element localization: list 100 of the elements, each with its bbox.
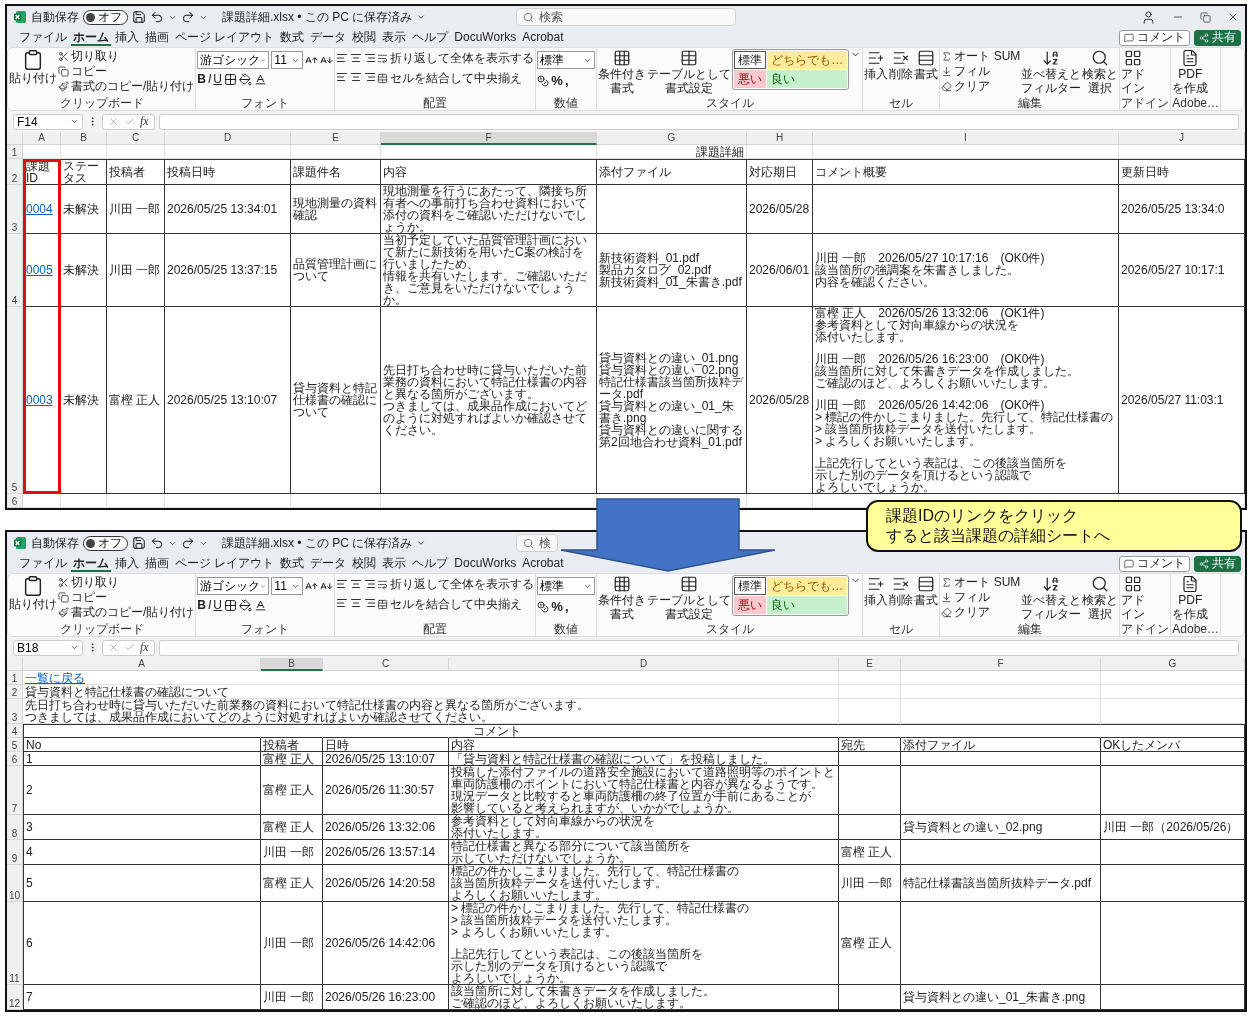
ribbon-tab[interactable]: 表示 — [380, 555, 409, 572]
comment-button[interactable]: コメント — [1119, 555, 1190, 572]
edit-button[interactable]: オート SUM — [941, 49, 1021, 64]
number-format-dropdown[interactable]: 標準 — [537, 51, 596, 69]
style-button[interactable]: テーブルとして 書式設定 — [647, 49, 732, 95]
clipboard-button[interactable]: 切り取り — [58, 575, 195, 590]
ribbon-tab[interactable]: 校閲 — [350, 29, 379, 46]
align-button[interactable]: セルを結合して中央揃え — [377, 597, 535, 612]
clipboard-button[interactable]: コピー — [58, 590, 195, 605]
ribbon-tab[interactable]: 表示 — [380, 29, 409, 46]
cell-style[interactable]: 良い — [767, 596, 848, 614]
font-name-dropdown[interactable]: 游ゴシック — [197, 51, 270, 69]
font-style-button[interactable]: I — [208, 72, 212, 87]
cell-style[interactable]: 標準 — [734, 577, 767, 595]
ribbon-tab[interactable]: Acrobat — [520, 29, 566, 46]
align-button[interactable]: セルを結合して中央揃え — [377, 71, 535, 86]
cell-link[interactable]: 一覧に戻る — [23, 671, 839, 685]
name-box[interactable]: F14 — [13, 113, 83, 130]
ribbon-tab[interactable]: データ — [308, 555, 349, 572]
clipboard-button[interactable]: 書式のコピー/貼り付け — [58, 605, 195, 620]
ribbon-tab[interactable]: 数式 — [278, 29, 307, 46]
share-button[interactable]: 共有 — [1194, 29, 1241, 46]
column-header[interactable]: C — [323, 658, 449, 671]
cells-button[interactable]: 削除 — [889, 575, 914, 607]
number-format-dropdown[interactable]: 標準 — [537, 577, 596, 595]
edit-button[interactable]: フィル — [941, 64, 1021, 79]
font-style-button[interactable]: B — [197, 72, 206, 87]
file-name[interactable]: 課題詳細.xlsx • この PC に保存済み — [222, 8, 413, 26]
cells-button[interactable]: 挿入 — [864, 575, 889, 607]
ribbon-tab[interactable]: 校閲 — [350, 555, 379, 572]
edit-button[interactable]: 検索と 選択 — [1082, 575, 1119, 621]
cell-style[interactable]: どちらでも… — [767, 577, 848, 595]
font-style-button[interactable]: B — [197, 598, 206, 613]
ribbon-tab[interactable]: 挿入 — [113, 29, 141, 46]
font-style-button[interactable]: I — [208, 598, 212, 613]
column-header[interactable]: A — [23, 132, 61, 145]
ribbon-tab[interactable]: ページ レイアウト — [173, 555, 277, 572]
number-format-button[interactable]: , — [564, 599, 569, 614]
column-header[interactable]: B — [61, 132, 107, 145]
font-name-dropdown[interactable]: 游ゴシック — [197, 577, 270, 595]
share-button[interactable]: 共有 — [1194, 555, 1241, 572]
style-button[interactable]: 条件付き 書式 — [598, 49, 647, 95]
align-button[interactable]: 折り返して全体を表示する — [377, 577, 535, 592]
column-header[interactable]: E — [839, 658, 901, 671]
edit-button[interactable]: 並べ替えと フィルター — [1021, 575, 1082, 621]
name-box[interactable]: B18 — [13, 639, 83, 656]
number-format-button[interactable]: % — [551, 73, 563, 88]
font-style-button[interactable]: U — [213, 598, 223, 613]
clipboard-button[interactable]: 切り取り — [58, 49, 195, 64]
column-header[interactable]: G — [597, 132, 747, 145]
column-header[interactable]: D — [449, 658, 839, 671]
number-format-button[interactable]: , — [564, 73, 569, 88]
insert-function-button[interactable]: fx — [140, 640, 149, 655]
search-field[interactable]: 検索 — [516, 8, 736, 26]
file-name[interactable]: 課題詳細.xlsx • この PC に保存済み — [222, 534, 413, 552]
cells-button[interactable]: 書式 — [914, 575, 939, 607]
ribbon-tab[interactable]: ファイル — [17, 29, 69, 46]
column-header[interactable]: F — [381, 132, 597, 145]
column-header[interactable]: I — [813, 132, 1119, 145]
column-header[interactable]: D — [165, 132, 291, 145]
addins-button[interactable]: アド イン — [1121, 49, 1146, 95]
column-header[interactable]: J — [1119, 132, 1245, 145]
column-header[interactable]: F — [901, 658, 1101, 671]
ribbon-tab[interactable]: ページ レイアウト — [173, 29, 277, 46]
font-size-dropdown[interactable]: 11 — [271, 51, 304, 69]
addins-button[interactable]: アド イン — [1121, 575, 1146, 621]
ribbon-tab[interactable]: ヘルプ — [410, 555, 451, 572]
insert-function-button[interactable]: fx — [140, 114, 149, 129]
cells-button[interactable]: 書式 — [914, 49, 939, 81]
ribbon-tab[interactable]: ファイル — [17, 555, 69, 572]
create-pdf-button[interactable]: PDF を作成 — [1172, 49, 1209, 95]
style-button[interactable]: テーブルとして 書式設定 — [647, 575, 732, 621]
cell-style[interactable]: 悪い — [734, 70, 767, 88]
ribbon-tab[interactable]: ホーム — [71, 555, 111, 572]
column-header[interactable]: H — [747, 132, 813, 145]
edit-button[interactable]: 検索と 選択 — [1082, 49, 1119, 95]
comment-button[interactable]: コメント — [1119, 29, 1190, 46]
font-style-button[interactable]: U — [213, 72, 223, 87]
cell-style[interactable]: どちらでも… — [767, 51, 848, 69]
ribbon-tab[interactable]: 描画 — [143, 555, 171, 572]
ribbon-tab[interactable]: DocuWorks — [452, 29, 519, 46]
edit-button[interactable]: オート SUM — [941, 575, 1021, 590]
font-size-dropdown[interactable]: 11 — [271, 577, 304, 595]
ribbon-tab[interactable]: 挿入 — [113, 555, 141, 572]
paste-button[interactable]: 貼り付け — [9, 49, 57, 85]
autosave-toggle[interactable]: オフ — [83, 9, 128, 25]
clipboard-button[interactable]: 書式のコピー/貼り付け — [58, 79, 195, 94]
column-header[interactable]: A — [23, 658, 261, 671]
column-header[interactable]: E — [291, 132, 381, 145]
cells-button[interactable]: 挿入 — [864, 49, 889, 81]
create-pdf-button[interactable]: PDF を作成 — [1172, 575, 1209, 621]
edit-button[interactable]: フィル — [941, 590, 1021, 605]
edit-button[interactable]: クリア — [941, 605, 1021, 620]
clipboard-button[interactable]: コピー — [58, 64, 195, 79]
edit-button[interactable]: クリア — [941, 79, 1021, 94]
ribbon-tab[interactable]: 数式 — [278, 555, 307, 572]
search-field[interactable]: 検 — [516, 534, 558, 552]
style-button[interactable]: 条件付き 書式 — [598, 575, 647, 621]
autosave-toggle[interactable]: オフ — [83, 535, 128, 551]
align-button[interactable]: 折り返して全体を表示する — [377, 51, 535, 66]
